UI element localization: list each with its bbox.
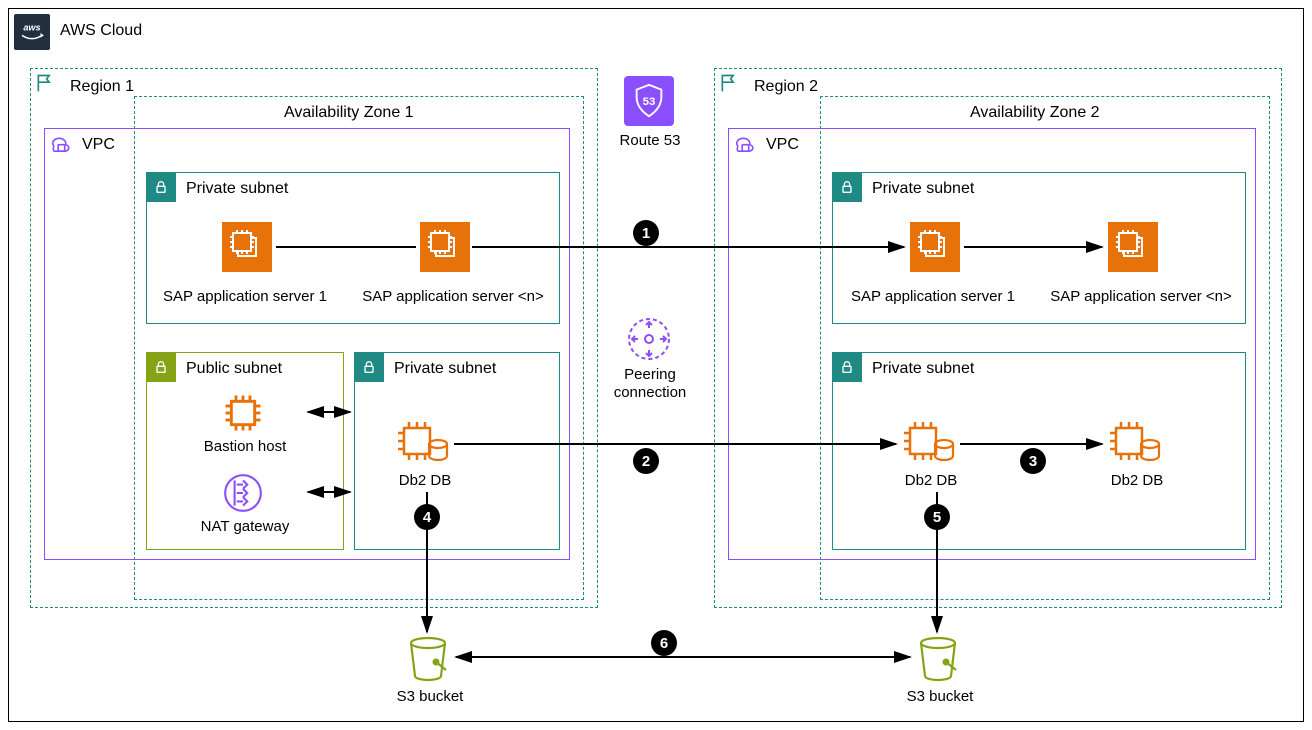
db2-r2b-label: Db2 DB <box>1092 472 1182 489</box>
db2-r2a-icon <box>902 420 956 466</box>
db2-r2b-icon <box>1108 420 1162 466</box>
sap-appn-r2-label: SAP application server <n> <box>1036 288 1246 305</box>
svg-text:53: 53 <box>643 96 656 108</box>
sap-appn-r1-label: SAP application server <n> <box>348 288 558 305</box>
marker-3: 3 <box>1020 448 1046 474</box>
vpc1-title: VPC <box>82 136 115 154</box>
vpc2-icon <box>728 128 758 158</box>
region2-flag-icon <box>714 68 744 98</box>
diagram-canvas: aws AWS Cloud Region 1 Availability Zone… <box>0 0 1312 730</box>
r1-private-db-lock-icon <box>354 352 384 382</box>
marker-4: 4 <box>414 504 440 530</box>
sap-appn-r1-icon <box>420 222 470 272</box>
db2-r1-label: Db2 DB <box>380 472 470 489</box>
r1-private-top-lock-icon <box>146 172 176 202</box>
marker-2: 2 <box>633 448 659 474</box>
marker-1: 1 <box>633 220 659 246</box>
s3-right-label: S3 bucket <box>890 688 990 705</box>
nat-gateway-label: NAT gateway <box>180 518 310 535</box>
route53-label: Route 53 <box>608 132 692 149</box>
route53-icon: 53 <box>624 76 674 126</box>
peering-label2: connection <box>608 384 692 401</box>
r1-public-title: Public subnet <box>186 360 282 378</box>
az2-title: Availability Zone 2 <box>970 104 1100 122</box>
r2-private-db-title: Private subnet <box>872 360 974 378</box>
aws-logo-icon: aws <box>14 14 50 50</box>
region2-title: Region 2 <box>754 78 818 96</box>
sap-app1-r1-label: SAP application server 1 <box>140 288 350 305</box>
region1-title: Region 1 <box>70 78 134 96</box>
sap-app1-r2-label: SAP application server 1 <box>828 288 1038 305</box>
az1-title: Availability Zone 1 <box>284 104 414 122</box>
s3-right-icon <box>916 636 960 682</box>
r2-private-db-lock-icon <box>832 352 862 382</box>
r1-private-top-title: Private subnet <box>186 180 288 198</box>
peering-icon <box>626 316 672 362</box>
sap-app1-r1-icon <box>222 222 272 272</box>
bastion-host-icon <box>222 392 264 434</box>
r2-private-top-title: Private subnet <box>872 180 974 198</box>
s3-left-label: S3 bucket <box>380 688 480 705</box>
r2-private-top-lock-icon <box>832 172 862 202</box>
sap-app1-r2-icon <box>910 222 960 272</box>
r1-public-lock-icon <box>146 352 176 382</box>
r1-private-db-title: Private subnet <box>394 360 496 378</box>
marker-5: 5 <box>924 504 950 530</box>
marker-6: 6 <box>651 630 677 656</box>
vpc2-title: VPC <box>766 136 799 154</box>
svg-text:aws: aws <box>23 22 40 32</box>
db2-r2a-label: Db2 DB <box>886 472 976 489</box>
region1-flag-icon <box>30 68 60 98</box>
peering-label1: Peering <box>608 366 692 383</box>
vpc1-icon <box>44 128 74 158</box>
bastion-host-label: Bastion host <box>180 438 310 455</box>
sap-appn-r2-icon <box>1108 222 1158 272</box>
aws-cloud-title: AWS Cloud <box>60 22 142 40</box>
nat-gateway-icon <box>222 472 264 514</box>
r1-private-db-box <box>354 352 560 550</box>
s3-left-icon <box>406 636 450 682</box>
db2-r1-icon <box>396 420 450 466</box>
